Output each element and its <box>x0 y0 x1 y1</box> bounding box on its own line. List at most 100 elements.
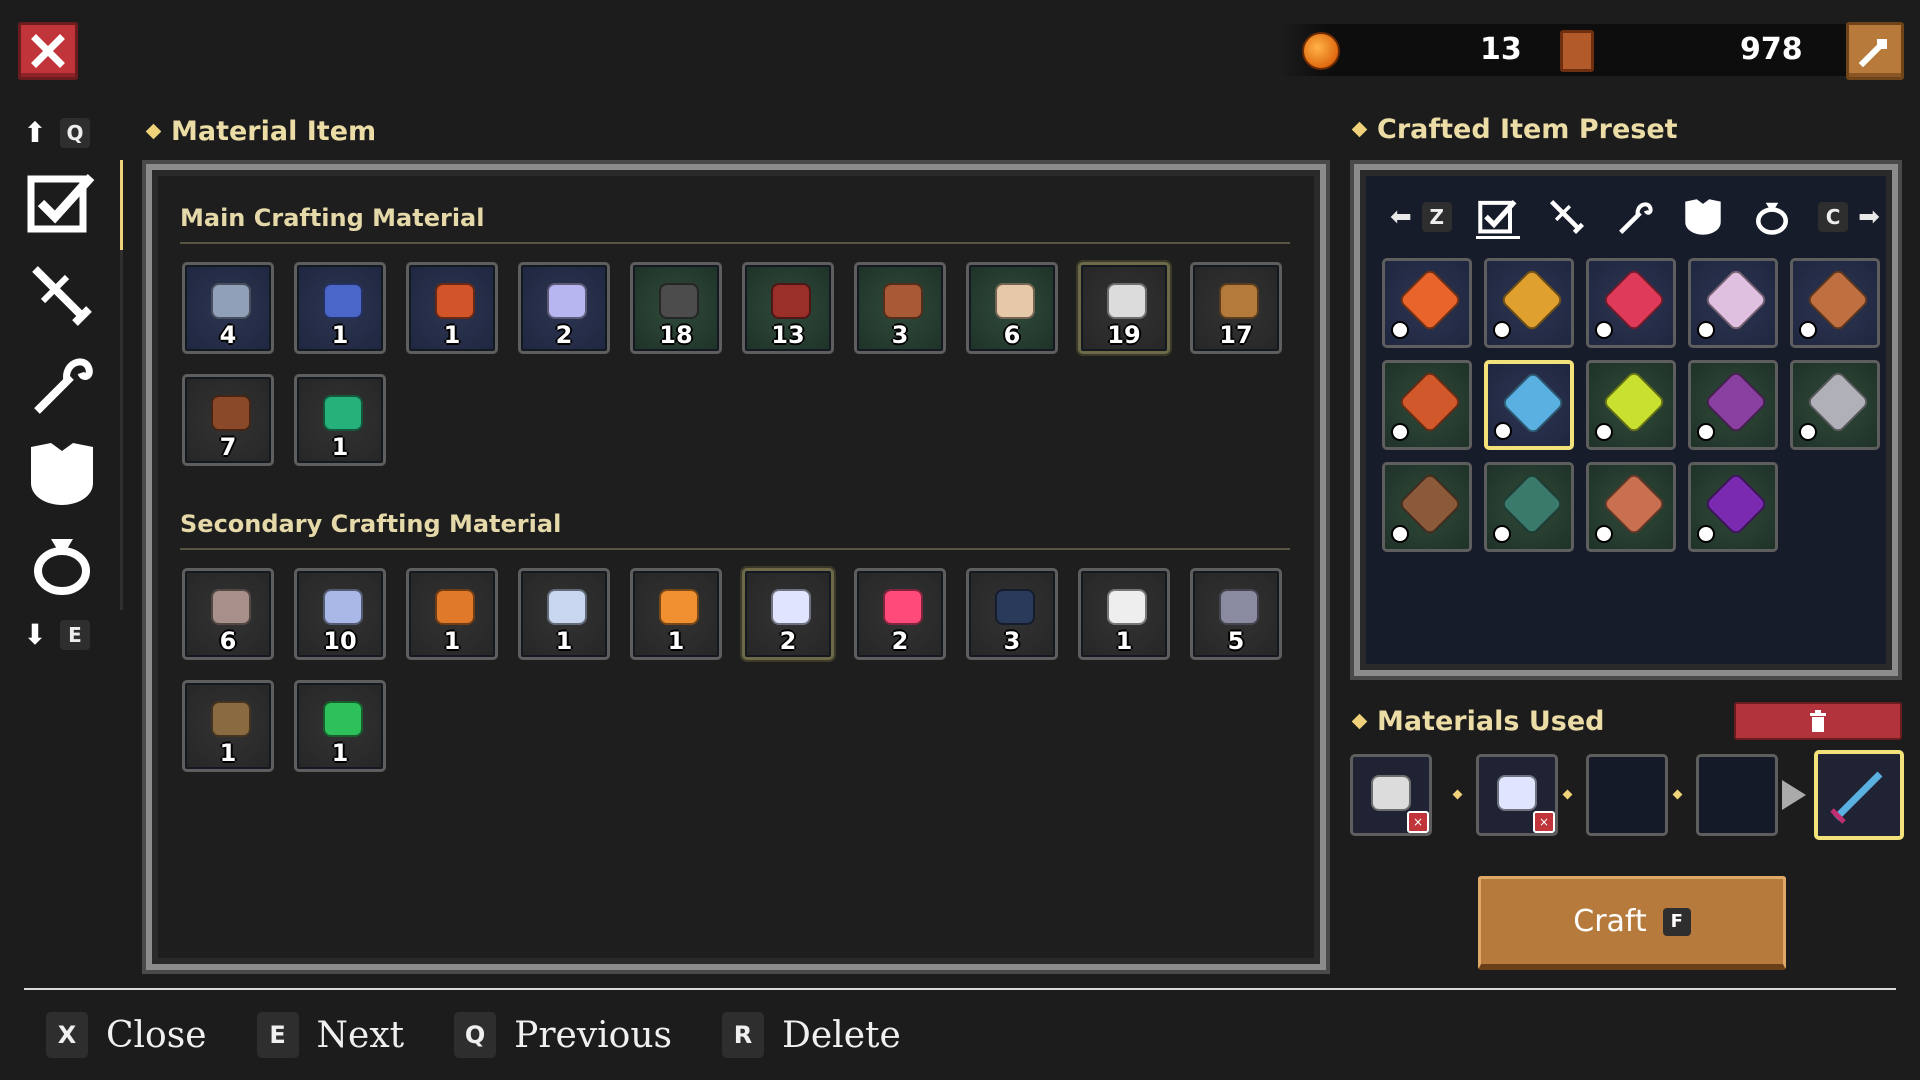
item-count: 1 <box>443 627 461 655</box>
delete-hint[interactable]: R Delete <box>722 1012 901 1058</box>
scroll-token-value: 978 <box>1740 32 1803 67</box>
key-e: E <box>60 619 90 650</box>
material-slot[interactable]: 7 <box>182 374 274 466</box>
divider <box>24 988 1896 990</box>
close-hint[interactable]: X Close <box>46 1012 207 1058</box>
material-slot[interactable]: 13 <box>742 262 834 354</box>
material-slot[interactable]: 3 <box>854 262 946 354</box>
key-e: E <box>256 1012 299 1058</box>
category-accessories[interactable] <box>24 526 100 602</box>
item-count: 1 <box>331 321 349 349</box>
material-slot[interactable]: 1 <box>294 680 386 772</box>
used-slot-2[interactable]: × <box>1476 754 1558 836</box>
preset-item-slot[interactable] <box>1484 258 1574 348</box>
remove-material-button[interactable]: × <box>1533 811 1555 833</box>
key-z: Z <box>1421 202 1452 232</box>
preset-tab-armor[interactable] <box>1681 195 1725 239</box>
material-slot[interactable]: 2 <box>742 568 834 660</box>
remove-material-button[interactable]: × <box>1407 811 1429 833</box>
item-count: 5 <box>1227 627 1245 655</box>
material-slot[interactable]: 4 <box>182 262 274 354</box>
preset-item-slot[interactable] <box>1586 360 1676 450</box>
used-slot-4[interactable] <box>1696 754 1778 836</box>
preset-tab-weapons[interactable] <box>1545 195 1589 239</box>
preset-item-slot[interactable] <box>1382 258 1472 348</box>
category-tag-icon <box>1595 423 1613 441</box>
material-slot[interactable]: 17 <box>1190 262 1282 354</box>
item-count: 1 <box>219 739 237 767</box>
ring-icon <box>1755 202 1788 235</box>
category-down-hint[interactable]: ⬇ E <box>22 618 90 651</box>
item-count: 3 <box>1003 627 1021 655</box>
category-all[interactable] <box>24 164 100 240</box>
material-slot[interactable]: 1 <box>1078 568 1170 660</box>
settings-button[interactable] <box>1846 22 1904 80</box>
arrow-down-icon: ⬇ <box>23 618 47 651</box>
next-hint[interactable]: E Next <box>256 1012 404 1058</box>
category-tag-icon <box>1493 525 1511 543</box>
material-slot[interactable]: 18 <box>630 262 722 354</box>
staff-icon <box>34 358 93 414</box>
craft-result-slot[interactable] <box>1814 750 1904 840</box>
material-slot[interactable]: 1 <box>406 262 498 354</box>
used-slot-1[interactable]: × <box>1350 754 1432 836</box>
material-slot[interactable]: 6 <box>966 262 1058 354</box>
preset-tab-staves[interactable] <box>1613 195 1657 239</box>
preset-item-slot[interactable] <box>1382 360 1472 450</box>
preset-tab-accessories[interactable] <box>1750 195 1794 239</box>
preset-next-hint[interactable]: C ➡ <box>1818 202 1880 232</box>
preset-panel: ⬅ Z C ➡ <box>1350 160 1902 680</box>
close-button[interactable] <box>18 22 78 80</box>
category-tag-icon <box>1697 321 1715 339</box>
craft-button[interactable]: Craft F <box>1478 876 1786 970</box>
diamond-icon <box>547 283 587 319</box>
category-scrollbar-thumb[interactable] <box>120 160 123 250</box>
delete-materials-button[interactable] <box>1734 702 1902 740</box>
preset-item-slot[interactable] <box>1382 462 1472 552</box>
material-slot[interactable]: 3 <box>966 568 1058 660</box>
used-slot-3[interactable] <box>1586 754 1668 836</box>
material-slot[interactable]: 1 <box>630 568 722 660</box>
material-slot[interactable]: 1 <box>406 568 498 660</box>
dark-amulet-icon <box>995 589 1035 625</box>
category-weapons[interactable] <box>24 258 100 334</box>
emerald-icon <box>323 395 363 431</box>
material-slot[interactable]: 6 <box>182 568 274 660</box>
preset-item-slot[interactable] <box>1790 258 1880 348</box>
preset-item-slot[interactable] <box>1586 258 1676 348</box>
material-slot[interactable]: 1 <box>294 374 386 466</box>
material-slot[interactable]: 1 <box>518 568 610 660</box>
material-slot[interactable]: 5 <box>1190 568 1282 660</box>
category-tag-icon <box>1391 525 1409 543</box>
material-slot[interactable]: 2 <box>854 568 946 660</box>
white-feather-icon <box>1107 589 1147 625</box>
preset-tab-all[interactable] <box>1476 195 1521 239</box>
category-up-hint[interactable]: ⬆ Q <box>22 116 90 149</box>
crimson-dagger-icon <box>1601 267 1667 333</box>
material-slot[interactable]: 2 <box>518 262 610 354</box>
delete-hint-label: Delete <box>782 1014 901 1056</box>
category-armor[interactable] <box>24 436 100 512</box>
preset-item-slot[interactable] <box>1688 360 1778 450</box>
preset-item-slot[interactable] <box>1688 258 1778 348</box>
preset-item-slot[interactable] <box>1586 462 1676 552</box>
green-helmet-icon <box>1499 471 1565 537</box>
main-material-title: Main Crafting Material <box>180 204 485 232</box>
preset-item-slot[interactable] <box>1484 462 1574 552</box>
material-slot[interactable]: 10 <box>294 568 386 660</box>
divider <box>180 242 1290 244</box>
material-slot[interactable]: 1 <box>294 262 386 354</box>
item-count: 2 <box>779 627 797 655</box>
preset-item-slot[interactable] <box>1688 462 1778 552</box>
category-staves[interactable] <box>24 346 100 422</box>
previous-hint[interactable]: Q Previous <box>454 1012 672 1058</box>
preset-prev-hint[interactable]: ⬅ Z <box>1390 202 1452 232</box>
preset-item-slot[interactable] <box>1484 360 1574 450</box>
material-slot[interactable]: 19 <box>1078 262 1170 354</box>
category-tag-icon <box>1595 321 1613 339</box>
arrow-right-icon: ➡ <box>1858 202 1880 232</box>
preset-tabs: ⬅ Z C ➡ <box>1390 192 1880 242</box>
material-slot[interactable]: 1 <box>182 680 274 772</box>
item-count: 1 <box>331 433 349 461</box>
preset-item-slot[interactable] <box>1790 360 1880 450</box>
